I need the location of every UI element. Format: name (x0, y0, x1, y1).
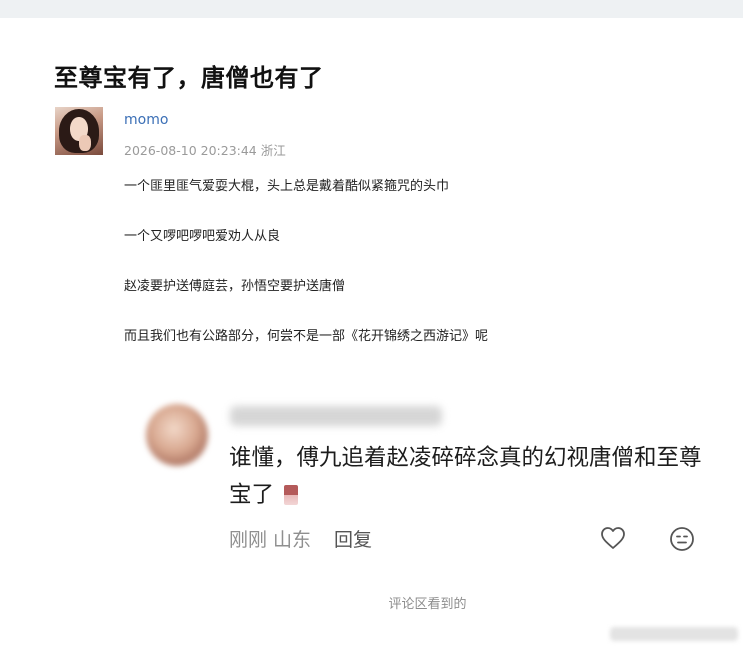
heart-icon[interactable] (600, 526, 626, 550)
avatar-hand (79, 135, 91, 151)
post-paragraph: 一个又啰吧啰吧爱劝人从良 (124, 229, 281, 244)
comment-username-blurred (230, 406, 442, 426)
post-paragraph: 一个匪里匪气爱耍大棍，头上总是戴着酷似紧箍咒的头巾 (124, 179, 450, 194)
post-paragraph: 而且我们也有公路部分，何尝不是一部《花开锦绣之西游记》呢 (124, 329, 489, 344)
smile-icon[interactable] (669, 526, 695, 552)
comment-text: 谁懂，傅九追着赵凌碎碎念真的幻视唐僧和至尊宝了 (229, 440, 709, 514)
post-meta: 2026-08-10 20:23:44 浙江 (124, 143, 286, 158)
watermark-blurred (610, 627, 738, 641)
author-avatar[interactable] (55, 107, 103, 155)
post-title: 至尊宝有了，唐僧也有了 (54, 64, 324, 92)
post-paragraph: 赵凌要护送傅庭芸，孙悟空要护送唐僧 (124, 279, 346, 294)
comment-time-location: 刚刚 山东 (229, 529, 312, 551)
author-name[interactable]: momo (124, 112, 168, 128)
top-strip (0, 0, 743, 18)
comment-avatar[interactable] (146, 404, 208, 466)
sticker-emoji-icon (284, 485, 299, 505)
footer-note: 评论区看到的 (388, 597, 467, 612)
comment-text-content: 谁懂，傅九追着赵凌碎碎念真的幻视唐僧和至尊宝了 (229, 445, 702, 508)
reply-button[interactable]: 回复 (334, 525, 372, 552)
